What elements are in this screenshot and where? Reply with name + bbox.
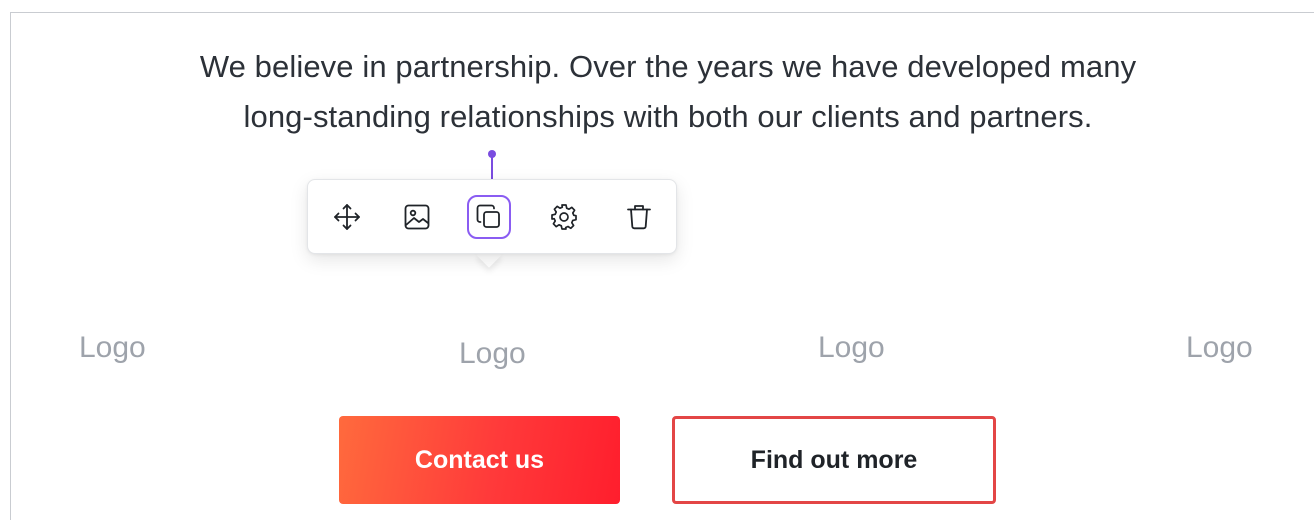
duplicate-button[interactable] <box>467 195 511 239</box>
gear-icon <box>551 204 577 230</box>
partner-logo-4: Logo <box>1186 331 1253 364</box>
duplicate-icon <box>476 204 500 228</box>
intro-line-1: We believe in partnership. Over the year… <box>199 49 1137 84</box>
image-button[interactable] <box>395 195 439 239</box>
block-toolbar <box>307 179 677 254</box>
find-out-more-button[interactable]: Find out more <box>672 416 996 504</box>
partner-logo-3: Logo <box>818 331 885 364</box>
trash-icon <box>627 205 651 230</box>
intro-line-2: long-standing relationships with both ou… <box>243 99 1093 134</box>
partner-logo-1: Logo <box>79 331 146 364</box>
settings-button[interactable] <box>542 195 586 239</box>
intro-text: We believe in partnership. Over the year… <box>0 42 1314 142</box>
image-icon <box>404 204 430 230</box>
move-button[interactable] <box>325 195 369 239</box>
partner-logo-2: Logo <box>459 337 526 370</box>
contact-us-button[interactable]: Contact us <box>339 416 620 504</box>
move-arrows-icon <box>334 204 360 230</box>
delete-button[interactable] <box>617 195 661 239</box>
